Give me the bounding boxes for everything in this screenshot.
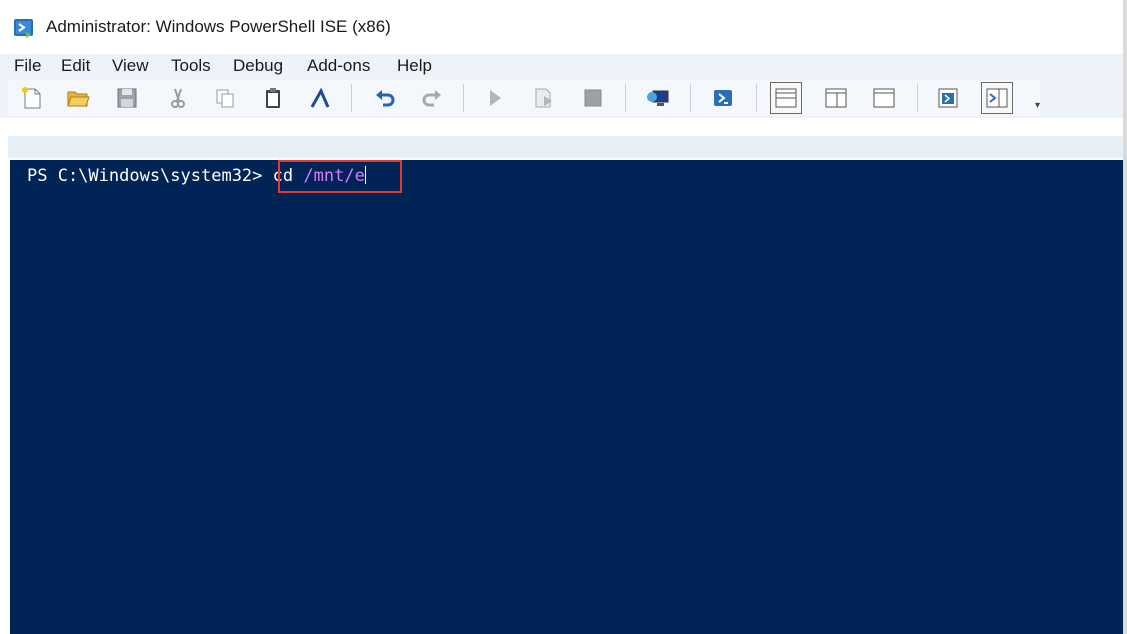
script-pane-gap bbox=[0, 118, 1127, 136]
show-script-pane-right-button[interactable] bbox=[822, 84, 850, 112]
broom-icon bbox=[310, 87, 330, 108]
console-header-strip bbox=[8, 136, 1127, 158]
remote-computer-icon bbox=[647, 90, 669, 106]
menu-add-ons[interactable]: Add-ons bbox=[307, 56, 370, 76]
paste-button[interactable] bbox=[259, 84, 287, 112]
menu-bar: File Edit View Tools Debug Add-ons Help bbox=[0, 54, 1127, 80]
new-document-icon bbox=[22, 87, 41, 109]
redo-button[interactable] bbox=[418, 84, 446, 112]
save-button[interactable] bbox=[113, 84, 141, 112]
toolbar-separator bbox=[351, 84, 352, 112]
menu-view[interactable]: View bbox=[112, 56, 149, 76]
undo-button[interactable] bbox=[371, 84, 399, 112]
floppy-disk-icon bbox=[117, 88, 137, 108]
pane-left-edge bbox=[0, 118, 8, 634]
copy-button[interactable] bbox=[211, 84, 239, 112]
window-right-border bbox=[1123, 0, 1127, 634]
play-icon bbox=[490, 90, 501, 106]
show-script-pane-maximized-button[interactable] bbox=[870, 84, 898, 112]
toolbar-overflow-icon[interactable]: ▾ bbox=[1035, 100, 1040, 111]
copy-icon bbox=[216, 89, 234, 108]
open-button[interactable] bbox=[64, 84, 92, 112]
new-script-button[interactable] bbox=[18, 84, 46, 112]
redo-icon bbox=[422, 90, 441, 107]
stop-icon bbox=[584, 89, 602, 107]
title-bar: Administrator: Windows PowerShell ISE (x… bbox=[0, 0, 1127, 54]
run-selection-icon bbox=[535, 88, 552, 108]
show-script-pane-button[interactable] bbox=[934, 84, 962, 112]
menu-file[interactable]: File bbox=[14, 56, 41, 76]
layout-max-icon bbox=[873, 88, 895, 108]
run-selection-button[interactable] bbox=[530, 84, 558, 112]
run-script-button[interactable] bbox=[481, 84, 509, 112]
script-pane-icon bbox=[938, 88, 958, 108]
command-addon-icon bbox=[986, 88, 1008, 108]
toolbar-separator bbox=[625, 84, 626, 112]
toolbar-separator bbox=[690, 84, 691, 112]
menu-tools[interactable]: Tools bbox=[171, 56, 211, 76]
toolbar-separator bbox=[917, 84, 918, 112]
new-remote-tab-button[interactable] bbox=[644, 84, 672, 112]
show-command-addon-button[interactable] bbox=[981, 82, 1013, 114]
powershell-icon bbox=[714, 90, 732, 106]
command-highlight-box bbox=[278, 160, 402, 193]
open-folder-icon bbox=[67, 91, 90, 107]
menu-edit[interactable]: Edit bbox=[61, 56, 90, 76]
toolbar-separator bbox=[463, 84, 464, 112]
clipboard-icon bbox=[266, 88, 280, 108]
start-powershell-button[interactable] bbox=[709, 84, 737, 112]
cut-button[interactable] bbox=[164, 84, 192, 112]
toolbar-separator bbox=[756, 84, 757, 112]
undo-icon bbox=[376, 90, 395, 107]
console-prompt: PS C:\Windows\system32> bbox=[27, 166, 263, 186]
toolbar-strip: ▾ bbox=[8, 80, 1040, 116]
stop-button[interactable] bbox=[579, 84, 607, 112]
toolbar: ▾ bbox=[0, 80, 1127, 118]
show-script-pane-top-button[interactable] bbox=[770, 82, 802, 114]
powershell-ise-icon bbox=[14, 19, 33, 38]
menu-debug[interactable]: Debug bbox=[233, 56, 283, 76]
layout-right-icon bbox=[825, 88, 847, 108]
clear-console-button[interactable] bbox=[306, 84, 334, 112]
menu-help[interactable]: Help bbox=[397, 56, 432, 76]
layout-top-icon bbox=[775, 88, 797, 108]
console-pane[interactable]: PS C:\Windows\system32> cd /mnt/e bbox=[10, 160, 1127, 634]
scissors-icon bbox=[171, 88, 185, 108]
window-title: Administrator: Windows PowerShell ISE (x… bbox=[46, 17, 391, 36]
